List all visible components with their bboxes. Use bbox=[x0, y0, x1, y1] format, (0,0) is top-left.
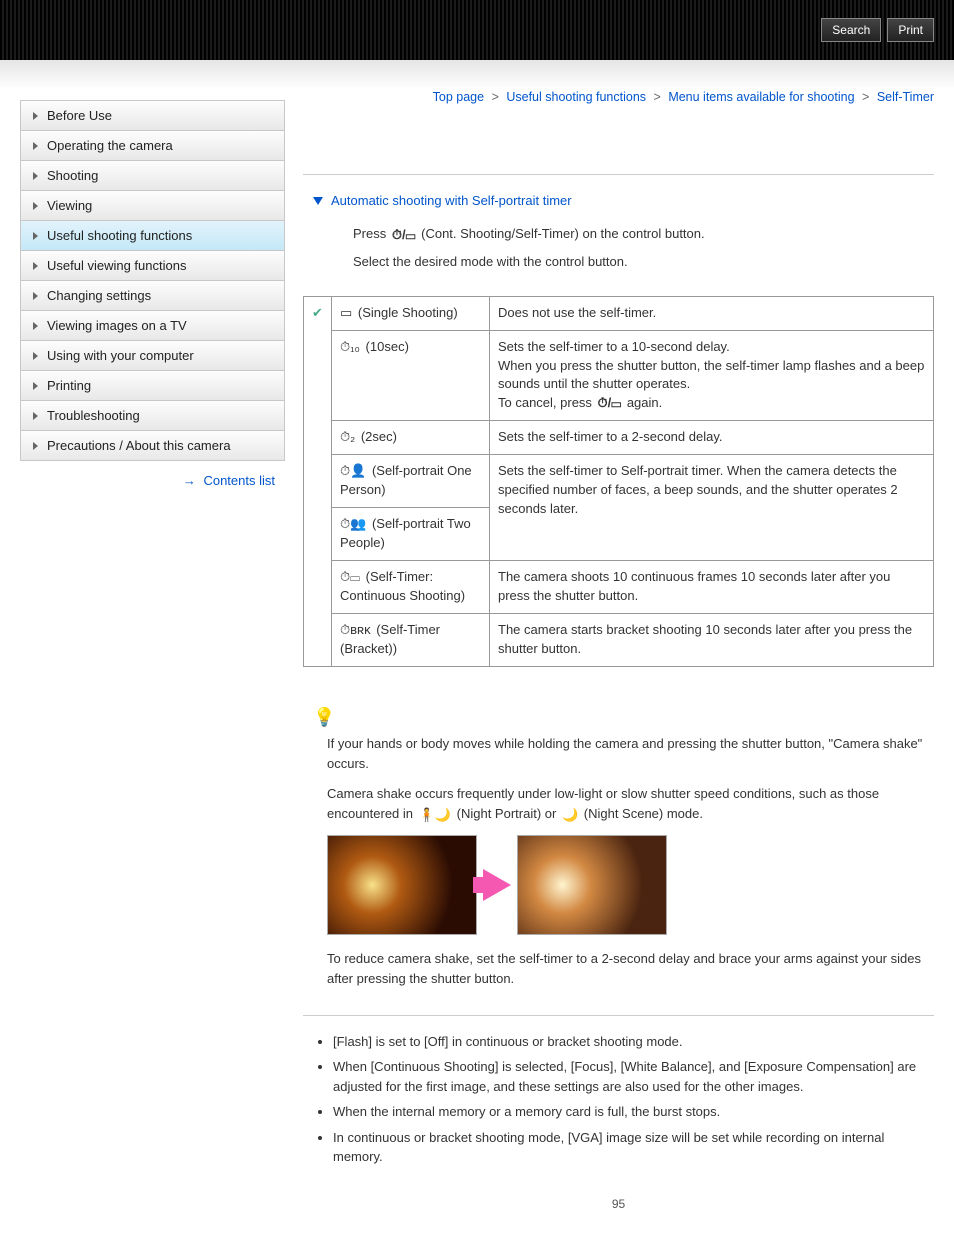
self-portrait-one-icon: ⏱👤 bbox=[340, 462, 366, 481]
sidebar: Before UseOperating the cameraShootingVi… bbox=[0, 90, 285, 1251]
mode-description: Sets the self-timer to Self-portrait tim… bbox=[490, 455, 934, 561]
single-shooting-icon: ▭ bbox=[340, 304, 352, 323]
instruction-steps: Press ⏱/▭ (Cont. Shooting/Self-Timer) on… bbox=[353, 224, 934, 272]
sidebar-item[interactable]: Precautions / About this camera bbox=[20, 431, 285, 461]
sidebar-item[interactable]: Shooting bbox=[20, 161, 285, 191]
timer-burst-icon: ⏱/▭ bbox=[598, 394, 622, 413]
pink-arrow-icon bbox=[483, 869, 511, 901]
contents-list-link[interactable]: Contents list bbox=[203, 473, 275, 488]
checkmark-icon: ✔ bbox=[312, 305, 323, 320]
main-content: Top page > Useful shooting functions > M… bbox=[285, 90, 954, 1251]
comparison-images bbox=[327, 835, 934, 935]
breadcrumb-link[interactable]: Useful shooting functions bbox=[506, 90, 646, 104]
timer-bracket-icon: ⏱ʙʀᴋ bbox=[340, 621, 371, 640]
note-item: In continuous or bracket shooting mode, … bbox=[333, 1128, 934, 1167]
hint-section: 💡 If your hands or body moves while hold… bbox=[303, 707, 934, 989]
mode-label: (2sec) bbox=[361, 429, 397, 444]
mode-description: The camera shoots 10 continuous frames 1… bbox=[490, 560, 934, 613]
step-text: (Cont. Shooting/Self-Timer) on the contr… bbox=[421, 226, 705, 241]
timer-10sec-icon: ⏱₁₀ bbox=[340, 338, 360, 357]
search-button[interactable]: Search bbox=[821, 18, 881, 42]
breadcrumb: Top page > Useful shooting functions > M… bbox=[303, 90, 934, 104]
mode-label: (10sec) bbox=[366, 339, 409, 354]
print-button[interactable]: Print bbox=[887, 18, 934, 42]
arrow-right-icon: → bbox=[183, 473, 194, 488]
sidebar-item[interactable]: Operating the camera bbox=[20, 131, 285, 161]
sidebar-item[interactable]: Printing bbox=[20, 371, 285, 401]
mode-description: Sets the self-timer to a 10-second delay… bbox=[490, 330, 934, 421]
triangle-down-icon bbox=[313, 197, 323, 205]
mode-description: The camera starts bracket shooting 10 se… bbox=[490, 613, 934, 666]
note-item: When [Continuous Shooting] is selected, … bbox=[333, 1057, 934, 1096]
table-check-cell: ✔ bbox=[304, 296, 332, 666]
note-item: When the internal memory or a memory car… bbox=[333, 1102, 934, 1122]
timer-continuous-icon: ⏱▭ bbox=[340, 568, 360, 587]
breadcrumb-current[interactable]: Self-Timer bbox=[877, 90, 934, 104]
page-number: 95 bbox=[303, 1197, 934, 1211]
note-item: [Flash] is set to [Off] in continuous or… bbox=[333, 1032, 934, 1052]
modes-table: ✔ ▭ (Single Shooting) Does not use the s… bbox=[303, 296, 934, 667]
header-bar: Search Print bbox=[0, 0, 954, 60]
sidebar-item[interactable]: Before Use bbox=[20, 100, 285, 131]
sidebar-item[interactable]: Changing settings bbox=[20, 281, 285, 311]
mode-description: Sets the self-timer to a 2-second delay. bbox=[490, 421, 934, 455]
section-anchor-link[interactable]: Automatic shooting with Self-portrait ti… bbox=[331, 193, 572, 208]
sidebar-item[interactable]: Using with your computer bbox=[20, 341, 285, 371]
step-text: Select the desired mode with the control… bbox=[353, 252, 934, 272]
sidebar-item[interactable]: Useful shooting functions bbox=[20, 221, 285, 251]
sample-image-blurry bbox=[327, 835, 477, 935]
night-scene-icon: 🌙 bbox=[562, 805, 578, 825]
hint-text: Camera shake occurs frequently under low… bbox=[327, 784, 934, 825]
night-portrait-icon: 🧍🌙 bbox=[419, 805, 451, 825]
sample-image-sharp bbox=[517, 835, 667, 935]
sidebar-item[interactable]: Viewing bbox=[20, 191, 285, 221]
breadcrumb-link[interactable]: Menu items available for shooting bbox=[668, 90, 854, 104]
sidebar-item[interactable]: Useful viewing functions bbox=[20, 251, 285, 281]
sidebar-item[interactable]: Troubleshooting bbox=[20, 401, 285, 431]
breadcrumb-link[interactable]: Top page bbox=[433, 90, 484, 104]
sidebar-item[interactable]: Viewing images on a TV bbox=[20, 311, 285, 341]
hint-text: If your hands or body moves while holdin… bbox=[327, 734, 934, 774]
timer-burst-icon: ⏱/▭ bbox=[392, 225, 416, 245]
step-text: Press bbox=[353, 226, 390, 241]
hint-text: To reduce camera shake, set the self-tim… bbox=[327, 949, 934, 989]
hint-icon: 💡 bbox=[313, 707, 934, 728]
mode-description: Does not use the self-timer. bbox=[490, 296, 934, 330]
self-portrait-two-icon: ⏱👥 bbox=[340, 515, 366, 534]
mode-label: (Single Shooting) bbox=[358, 305, 458, 320]
timer-2sec-icon: ⏱₂ bbox=[340, 428, 355, 447]
notes-list: [Flash] is set to [Off] in continuous or… bbox=[333, 1032, 934, 1167]
